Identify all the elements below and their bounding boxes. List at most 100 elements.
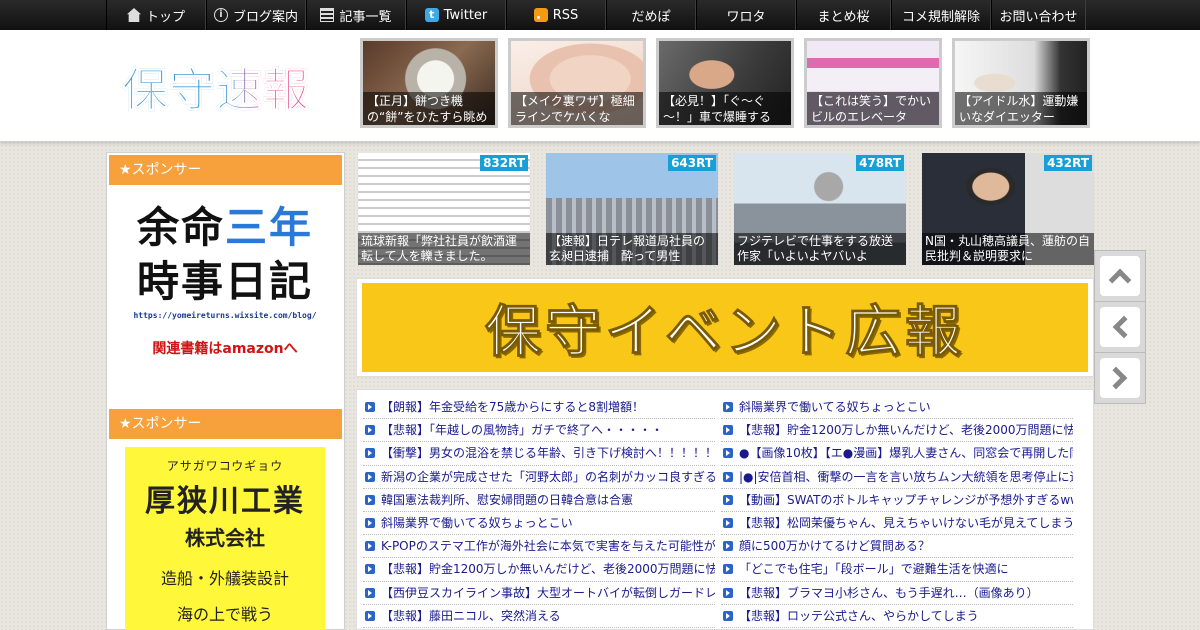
nav-contact[interactable]: お問い合わせ bbox=[991, 0, 1086, 30]
bullet-arrow-icon bbox=[365, 610, 375, 621]
article-link[interactable]: 「どこでも住宅」「段ボール」で避難生活を快適に bbox=[721, 558, 1073, 582]
article-link[interactable]: 斜陽業界で働いてる奴ちょっとこい bbox=[363, 512, 715, 536]
article-column-left: 【朗報】年金受給を75歳からにすると8割増額！ 【悲報】「年越しの風物詩」ガチで… bbox=[363, 396, 715, 628]
bullet-arrow-icon bbox=[723, 448, 733, 459]
rt-badge: 432RT bbox=[1044, 155, 1092, 171]
article-list: 【朗報】年金受給を75歳からにすると8割増額！ 【悲報】「年越しの風物詩」ガチで… bbox=[356, 389, 1094, 630]
site-header: 保守速報 【正月】餅つき機の“餅”をひたすら眺め 【メイク裏ワザ】極細ラインでケ… bbox=[0, 30, 1200, 142]
chevron-right-icon bbox=[1104, 366, 1128, 390]
header-thumb-3[interactable]: 【必見！】「ぐ～ぐ～！」車で爆睡する bbox=[656, 38, 794, 128]
ad-asagawa-kogyo[interactable]: アサガワコウギョウ 厚狭川工業 株式会社 造船・外艤装設計 海の上で戦う bbox=[125, 447, 325, 630]
header-thumb-4[interactable]: 【これは笑う】でかいビルのエレベータ bbox=[804, 38, 942, 128]
ranking-card-2[interactable]: 643RT 【速報】日テレ報道局社員の玄昶日逮捕 酔って男性 bbox=[546, 153, 718, 265]
bullet-arrow-icon bbox=[723, 471, 733, 482]
scroll-top-button[interactable] bbox=[1094, 250, 1146, 302]
article-link[interactable]: 【西伊豆スカイライン事故】大型オートバイが転倒しガードレ bbox=[363, 582, 715, 605]
info-icon: i bbox=[213, 8, 228, 22]
ranking-caption: 【速報】日テレ報道局社員の玄昶日逮捕 酔って男性 bbox=[546, 233, 718, 265]
article-link[interactable]: 【悲報】松岡茉優ちゃん、見えちゃいけない毛が見えてしまう bbox=[721, 512, 1073, 536]
article-column-right: 斜陽業界で働いてる奴ちょっとこい 【悲報】貯金1200万しか無いんだけど、老後2… bbox=[721, 396, 1073, 628]
thumb-caption: 【必見！】「ぐ～ぐ～！」車で爆睡する bbox=[659, 92, 791, 125]
nav-twitter[interactable]: t Twitter bbox=[406, 0, 506, 30]
article-link[interactable]: ●【画像10枚】【エ●漫画】爆乳人妻さん、同窓会で再開した同 bbox=[721, 442, 1073, 466]
article-link[interactable]: 【悲報】貯金1200万しか無いんだけど、老後2000万問題に怯え bbox=[363, 558, 715, 582]
nav-top[interactable]: トップ bbox=[106, 0, 206, 30]
header-thumb-1[interactable]: 【正月】餅つき機の“餅”をひたすら眺め bbox=[360, 38, 498, 128]
nav-rss[interactable]: RSS bbox=[506, 0, 606, 30]
header-thumb-5[interactable]: 【アイドル水】運動嫌いなダイエッター bbox=[952, 38, 1090, 128]
top-nav: トップ i ブログ案内 記事一覧 t Twitter RSS だめぽ ワロタ まとめ… bbox=[0, 0, 1200, 30]
bullet-arrow-icon bbox=[365, 402, 375, 412]
bullet-arrow-icon bbox=[365, 564, 375, 575]
thumb-caption: 【正月】餅つき機の“餅”をひたすら眺め bbox=[363, 92, 495, 125]
ad-url: https://yomeireturns.wixsite.com/blog/ bbox=[133, 311, 317, 320]
ad-yomei-sannen[interactable]: 余命三年 時事日記 https://yomeireturns.wixsite.c… bbox=[125, 201, 325, 358]
twitter-icon: t bbox=[424, 8, 439, 22]
article-link[interactable]: 【朗報】年金受給を75歳からにすると8割増額！ bbox=[363, 396, 715, 420]
rt-badge: 643RT bbox=[668, 155, 716, 171]
forward-button[interactable] bbox=[1094, 352, 1146, 404]
ranking-card-3[interactable]: 478RT フジテレビで仕事をする放送作家「いよいよヤバいよ bbox=[734, 153, 906, 265]
ad-amazon-link[interactable]: 関連書籍はamazonへ bbox=[125, 338, 325, 358]
ad-title-line1: 余命三年 bbox=[136, 203, 314, 252]
ad-company-business: 造船・外艤装設計 bbox=[160, 569, 289, 588]
bullet-arrow-icon bbox=[365, 494, 375, 505]
sidebar: ★スポンサー 余命三年 時事日記 https://yomeireturns.wi… bbox=[106, 152, 345, 630]
chevron-left-icon bbox=[1112, 315, 1136, 339]
ad-title-line2: 時事日記 bbox=[136, 257, 313, 306]
nav-article-list[interactable]: 記事一覧 bbox=[306, 0, 406, 30]
article-link[interactable]: 【動画】SWATのボトルキャップチャレンジが予想外すぎるww bbox=[721, 489, 1073, 512]
article-link[interactable]: 【衝撃】男女の混浴を禁じる年齢、引き下げ検討へ！！！！！ bbox=[363, 442, 715, 466]
header-thumb-2[interactable]: 【メイク裏ワザ】極細ラインでケバくな bbox=[508, 38, 646, 128]
article-link[interactable]: 【悲報】藤田ニコル、突然消える bbox=[363, 605, 715, 628]
nav-matome-sakura[interactable]: まとめ桜 bbox=[796, 0, 891, 30]
rss-icon bbox=[533, 8, 548, 22]
bullet-arrow-icon bbox=[723, 587, 733, 598]
bullet-arrow-icon bbox=[723, 425, 733, 436]
logo-text: 保守速報 bbox=[122, 63, 310, 118]
event-banner-inner: 保守イベント広報 bbox=[362, 283, 1088, 372]
bullet-arrow-icon bbox=[365, 425, 375, 436]
article-link[interactable]: 斜陽業界で働いてる奴ちょっとこい bbox=[721, 396, 1073, 420]
chevron-up-icon bbox=[1108, 268, 1132, 292]
site-logo[interactable]: 保守速報 bbox=[122, 54, 310, 120]
rt-badge: 832RT bbox=[480, 155, 528, 171]
article-link[interactable]: 韓国憲法裁判所、慰安婦問題の日韓合意は合憲 bbox=[363, 489, 715, 512]
bullet-arrow-icon bbox=[723, 541, 733, 552]
ad-company-name: 厚狭川工業 bbox=[145, 484, 305, 519]
article-link[interactable]: K-POPのステマ工作が海外社会に本気で実害を与えた可能性が bbox=[363, 535, 715, 559]
ranking-caption: 琉球新報「弊社社員が飲酒運転して人を轢きました。 bbox=[358, 233, 530, 265]
ranking-card-1[interactable]: 832RT 琉球新報「弊社社員が飲酒運転して人を轢きました。 bbox=[358, 153, 530, 265]
article-link[interactable]: 【悲報】ブラマヨ小杉さん、もう手遅れ…（画像あり） bbox=[721, 582, 1073, 605]
article-link[interactable]: 【悲報】ロッテ公式さん、やらかしてしまう bbox=[721, 605, 1073, 628]
nav-damepo[interactable]: だめぽ bbox=[606, 0, 696, 30]
ranking-caption: N国・丸山穂高議員、蓮舫の自民批判＆説明要求に bbox=[922, 233, 1094, 265]
event-banner-text: 保守イベント広報 bbox=[485, 300, 965, 366]
event-banner[interactable]: 保守イベント広報 bbox=[356, 278, 1094, 377]
list-icon bbox=[320, 8, 335, 22]
ranking-caption: フジテレビで仕事をする放送作家「いよいよヤバいよ bbox=[734, 233, 906, 265]
bullet-arrow-icon bbox=[723, 402, 733, 412]
article-link[interactable]: 顔に500万かけてるけど質問ある？ bbox=[721, 535, 1073, 559]
home-icon bbox=[126, 8, 141, 22]
bullet-arrow-icon bbox=[723, 564, 733, 575]
nav-blog-guide[interactable]: i ブログ案内 bbox=[206, 0, 306, 30]
bullet-arrow-icon bbox=[365, 448, 375, 459]
nav-warota[interactable]: ワロタ bbox=[696, 0, 796, 30]
thumb-caption: 【アイドル水】運動嫌いなダイエッター bbox=[955, 92, 1087, 125]
nav-comment-unblock[interactable]: コメ規制解除 bbox=[891, 0, 991, 30]
ranking-card-4[interactable]: 432RT N国・丸山穂高議員、蓮舫の自民批判＆説明要求に bbox=[922, 153, 1094, 265]
article-link[interactable]: 新潟の企業が完成させた「河野太郎」の名刺がカッコ良すぎる bbox=[363, 466, 715, 489]
article-link[interactable]: 【悲報】貯金1200万しか無いんだけど、老後2000万問題に怯え bbox=[721, 419, 1073, 443]
bullet-arrow-icon bbox=[723, 517, 733, 528]
bullet-arrow-icon bbox=[723, 610, 733, 621]
sponsor-heading: ★スポンサー bbox=[109, 409, 342, 439]
article-link[interactable]: 【悲報】「年越しの風物詩」ガチで終了へ・・・・・ bbox=[363, 419, 715, 443]
thumb-caption: 【これは笑う】でかいビルのエレベータ bbox=[807, 92, 939, 125]
ad-company-type: 株式会社 bbox=[185, 526, 265, 550]
rt-badge: 478RT bbox=[856, 155, 904, 171]
back-button[interactable] bbox=[1094, 301, 1146, 353]
ad-company-kana: アサガワコウギョウ bbox=[166, 459, 284, 473]
sponsor-heading: ★スポンサー bbox=[109, 155, 342, 185]
article-link[interactable]: |●|安倍首相、衝撃の一言を言い放ちムン大統領を思考停止に追 bbox=[721, 466, 1073, 489]
